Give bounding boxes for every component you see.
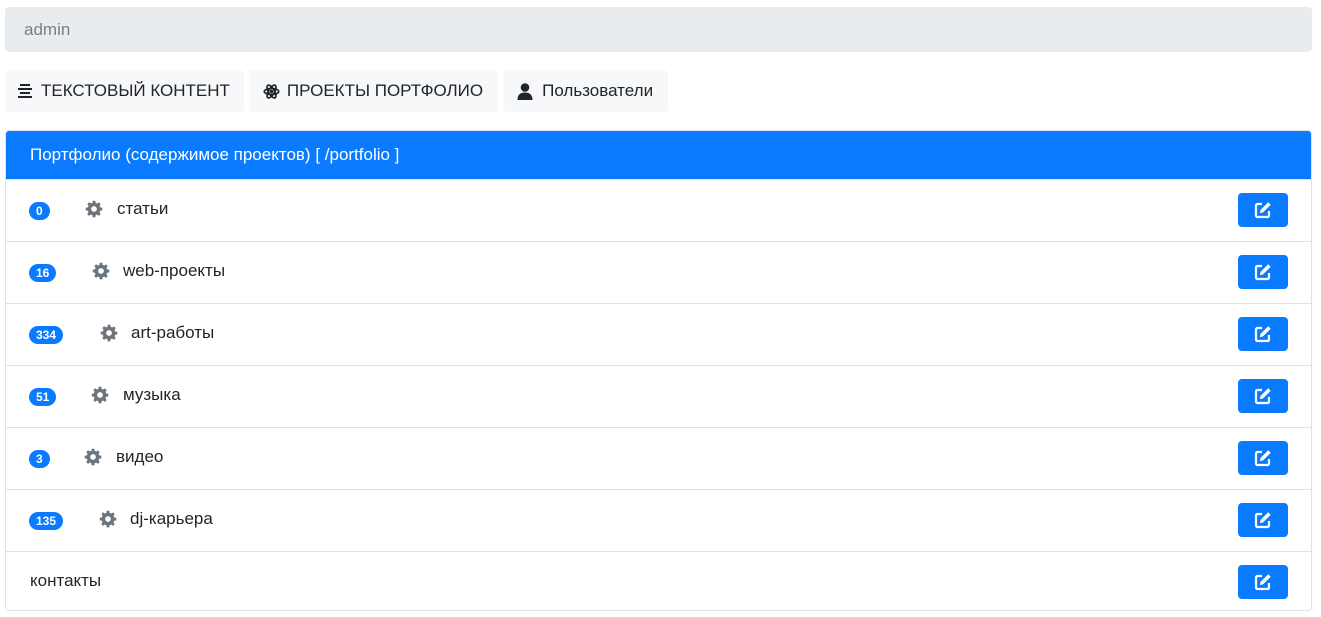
- gear-icon[interactable]: [92, 262, 110, 280]
- edit-button[interactable]: [1238, 317, 1288, 351]
- panel-title: Портфолио (содержимое проектов) [ /portf…: [6, 131, 1311, 179]
- atom-icon: [263, 83, 280, 100]
- edit-button[interactable]: [1238, 255, 1288, 289]
- tab-label: Пользователи: [542, 81, 654, 100]
- edit-button[interactable]: [1238, 441, 1288, 475]
- tab-users[interactable]: Пользователи: [503, 70, 669, 112]
- list-item: 16 web-проекты: [6, 241, 1311, 303]
- list-item: 51 музыка: [6, 365, 1311, 427]
- count-badge: 3: [29, 450, 50, 468]
- edit-icon: [1254, 387, 1272, 405]
- tab-portfolio-projects[interactable]: ПРОЕКТЫ ПОРТФОЛИО: [248, 70, 499, 112]
- tab-text-content[interactable]: ТЕКСТОВЫЙ КОНТЕНТ: [5, 70, 244, 112]
- edit-button[interactable]: [1238, 193, 1288, 227]
- count-badge: 0: [29, 202, 50, 220]
- gear-icon[interactable]: [99, 510, 117, 528]
- edit-icon: [1254, 449, 1272, 467]
- row-label[interactable]: контакты: [30, 570, 101, 592]
- gear-icon[interactable]: [91, 386, 109, 404]
- edit-icon: [1254, 325, 1272, 343]
- count-badge: 334: [29, 326, 64, 344]
- row-label[interactable]: web-проекты: [123, 260, 225, 282]
- portfolio-panel: Портфолио (содержимое проектов) [ /portf…: [5, 130, 1312, 611]
- list-item: 334 art-работы: [6, 303, 1311, 365]
- edit-button[interactable]: [1238, 503, 1288, 537]
- row-label[interactable]: музыка: [123, 384, 181, 406]
- tab-label: ТЕКСТОВЫЙ КОНТЕНТ: [41, 81, 230, 100]
- admin-username: admin: [24, 20, 71, 39]
- edit-icon: [1254, 511, 1272, 529]
- admin-bar: admin: [5, 7, 1312, 52]
- gear-icon[interactable]: [100, 324, 118, 342]
- tab-label: ПРОЕКТЫ ПОРТФОЛИО: [286, 81, 484, 100]
- edit-button[interactable]: [1238, 565, 1288, 599]
- edit-icon: [1254, 573, 1272, 591]
- list-item: 3 видео: [6, 427, 1311, 489]
- row-label[interactable]: dj-карьера: [130, 508, 213, 530]
- edit-button[interactable]: [1238, 379, 1288, 413]
- user-icon: [517, 82, 533, 100]
- row-label[interactable]: статьи: [117, 198, 168, 220]
- edit-icon: [1254, 201, 1272, 219]
- row-label[interactable]: art-работы: [131, 322, 214, 344]
- align-center-icon: [17, 83, 33, 99]
- list-item: 0 статьи: [6, 179, 1311, 241]
- gear-icon[interactable]: [84, 448, 102, 466]
- gear-icon[interactable]: [85, 200, 103, 218]
- tab-bar: ТЕКСТОВЫЙ КОНТЕНТ ПРОЕКТЫ ПОРТФОЛИО Поль…: [5, 70, 673, 112]
- count-badge: 16: [29, 264, 57, 282]
- list-item: контакты: [6, 551, 1311, 610]
- row-label[interactable]: видео: [116, 446, 163, 468]
- list-item: 135 dj-карьера: [6, 489, 1311, 551]
- edit-icon: [1254, 263, 1272, 281]
- count-badge: 135: [29, 512, 64, 530]
- count-badge: 51: [29, 388, 57, 406]
